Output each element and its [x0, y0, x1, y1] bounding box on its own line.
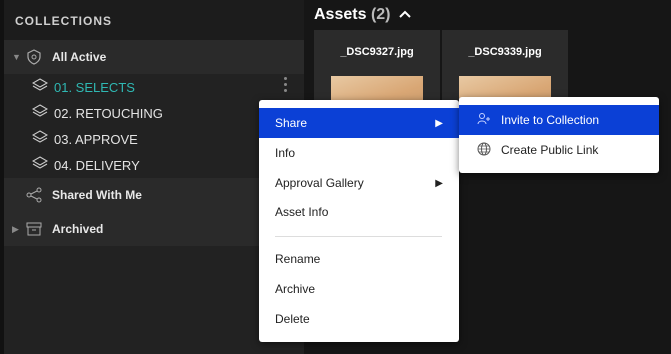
menu-item-create-public-link[interactable]: Create Public Link: [459, 135, 659, 165]
context-menu: Share ▶ Info Approval Gallery ▶ Asset In…: [259, 100, 459, 342]
collection-label: 04. DELIVERY: [54, 157, 140, 173]
globe-icon: [477, 142, 491, 159]
menu-item-info[interactable]: Info: [259, 138, 459, 168]
shared-with-me-label: Shared With Me: [52, 188, 142, 202]
menu-item-archive[interactable]: Archive: [259, 274, 459, 304]
stack-icon: [31, 77, 49, 97]
stack-icon: [31, 129, 49, 149]
menu-item-share[interactable]: Share ▶: [259, 108, 459, 138]
archive-box-icon: [24, 219, 44, 239]
asset-filename: _DSC9327.jpg: [340, 46, 414, 58]
asset-filename: _DSC9339.jpg: [468, 46, 542, 58]
menu-item-rename[interactable]: Rename: [259, 244, 459, 274]
stack-icon: [31, 103, 49, 123]
menu-item-approval-gallery[interactable]: Approval Gallery ▶: [259, 168, 459, 198]
share-submenu: Invite to Collection Create Public Link: [459, 97, 659, 173]
collection-item-selects[interactable]: 01. SELECTS: [4, 74, 304, 100]
more-options-icon[interactable]: [284, 77, 288, 92]
stack-icon: [31, 155, 49, 175]
menu-item-invite-to-collection[interactable]: Invite to Collection: [459, 105, 659, 135]
assets-count: (2): [370, 6, 391, 23]
assets-title: Assets: [314, 6, 367, 23]
caret-down-icon[interactable]: ▼: [12, 52, 24, 62]
archived-label: Archived: [52, 222, 104, 236]
collection-label: 02. RETOUCHING: [54, 105, 163, 121]
all-active-group[interactable]: ▼ All Active: [4, 40, 304, 74]
all-active-label: All Active: [52, 50, 107, 64]
collection-label: 01. SELECTS: [54, 79, 135, 95]
caret-right-icon[interactable]: ▶: [12, 224, 24, 235]
submenu-arrow-icon: ▶: [435, 117, 443, 129]
collection-label: 03. APPROVE: [54, 131, 138, 147]
chevron-up-icon[interactable]: [399, 6, 411, 24]
collections-header: COLLECTIONS: [4, 0, 304, 40]
add-user-icon: [477, 112, 491, 129]
menu-item-asset-info[interactable]: Asset Info: [259, 197, 459, 227]
shield-icon: [24, 47, 44, 67]
assets-heading[interactable]: Assets (2): [314, 6, 411, 24]
share-nodes-icon: [24, 185, 44, 205]
menu-divider: [275, 236, 442, 237]
submenu-arrow-icon: ▶: [435, 177, 443, 189]
menu-item-delete[interactable]: Delete: [259, 304, 459, 334]
